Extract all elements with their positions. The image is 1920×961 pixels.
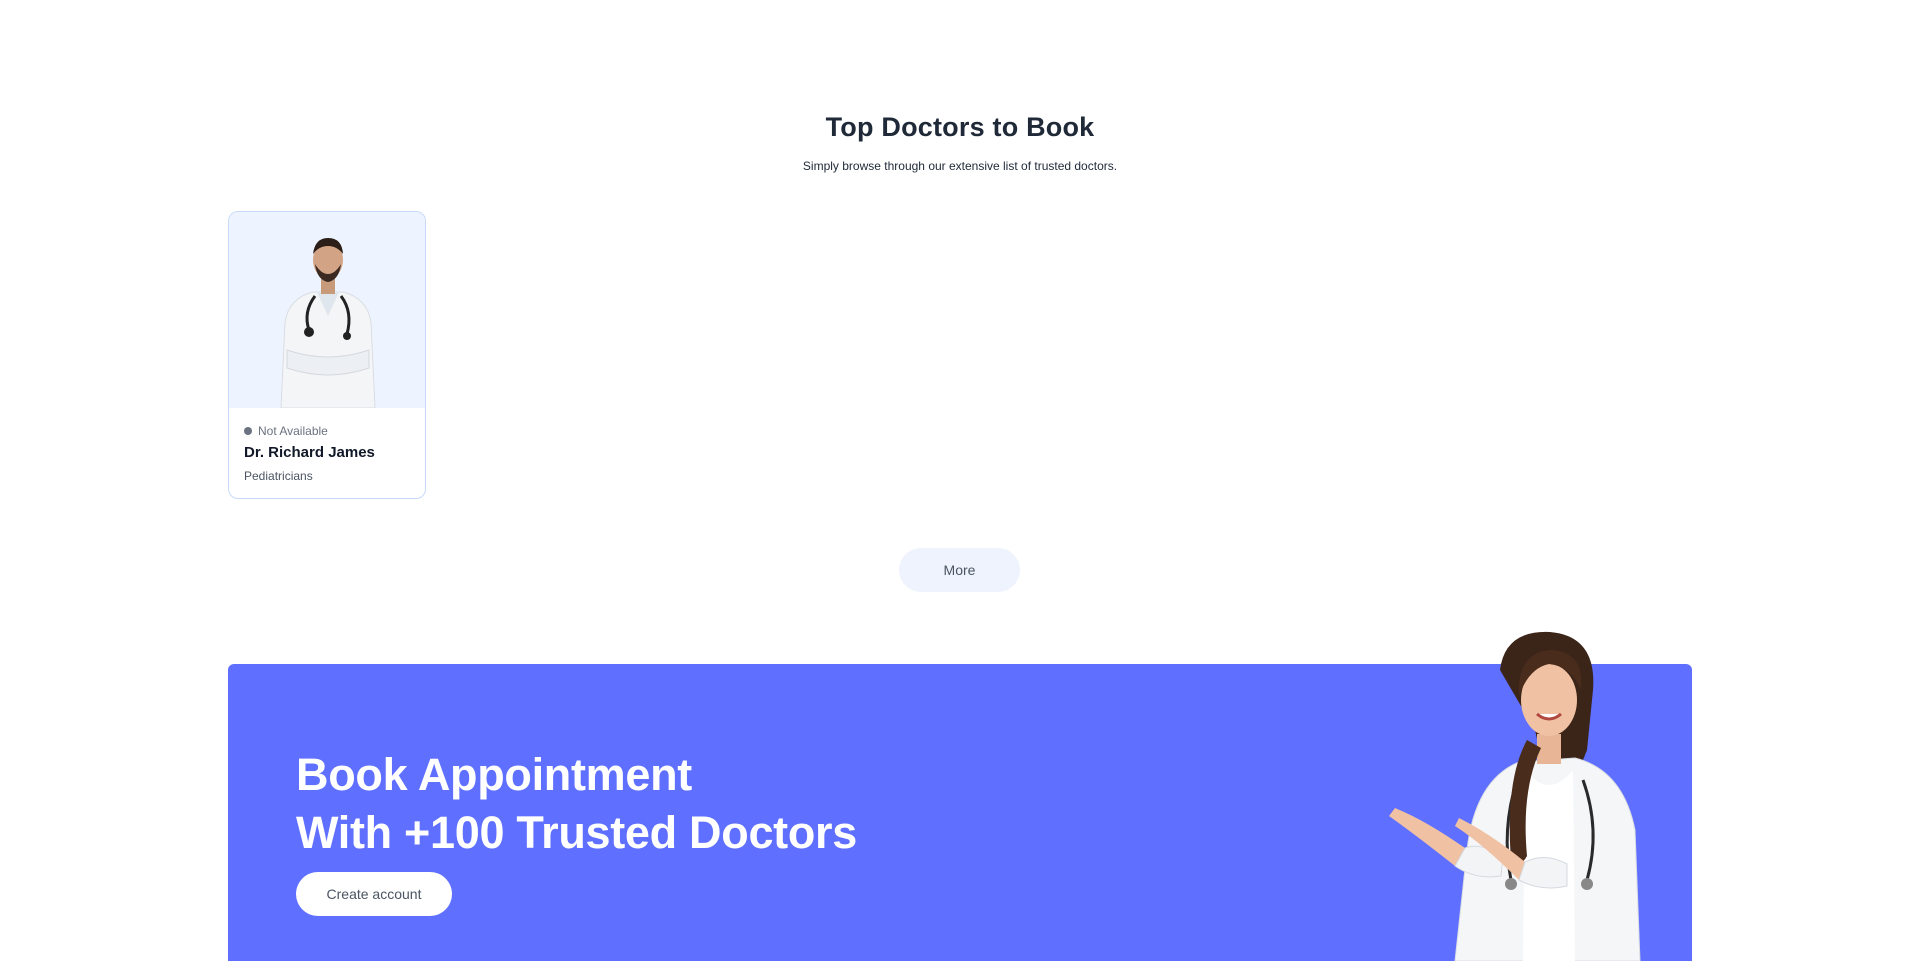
availability-status: Not Available (244, 424, 410, 438)
create-account-button[interactable]: Create account (296, 872, 452, 916)
availability-label: Not Available (258, 424, 328, 438)
doctor-photo (229, 212, 425, 408)
banner-heading: Book Appointment With +100 Trusted Docto… (296, 746, 857, 862)
doctor-card[interactable]: Not Available Dr. Richard James Pediatri… (228, 211, 426, 499)
banner-doctor-image (1305, 630, 1655, 961)
more-button[interactable]: More (899, 548, 1020, 592)
page-subtitle: Simply browse through our extensive list… (802, 159, 1118, 173)
banner-line-1: Book Appointment (296, 749, 692, 800)
female-doctor-portrait (1389, 631, 1641, 961)
doctor-name: Dr. Richard James (244, 444, 375, 461)
doctor-portrait-image (280, 238, 376, 408)
status-dot-icon (244, 427, 252, 435)
page-title: Top Doctors to Book (825, 112, 1095, 142)
top-doctors-heading: Top Doctors to Book Simply browse throug… (0, 112, 1920, 173)
doctor-info: Not Available Dr. Richard James Pediatri… (229, 408, 425, 483)
banner-line-2: With +100 Trusted Doctors (296, 807, 857, 858)
doctor-specialty: Pediatricians (244, 469, 313, 483)
